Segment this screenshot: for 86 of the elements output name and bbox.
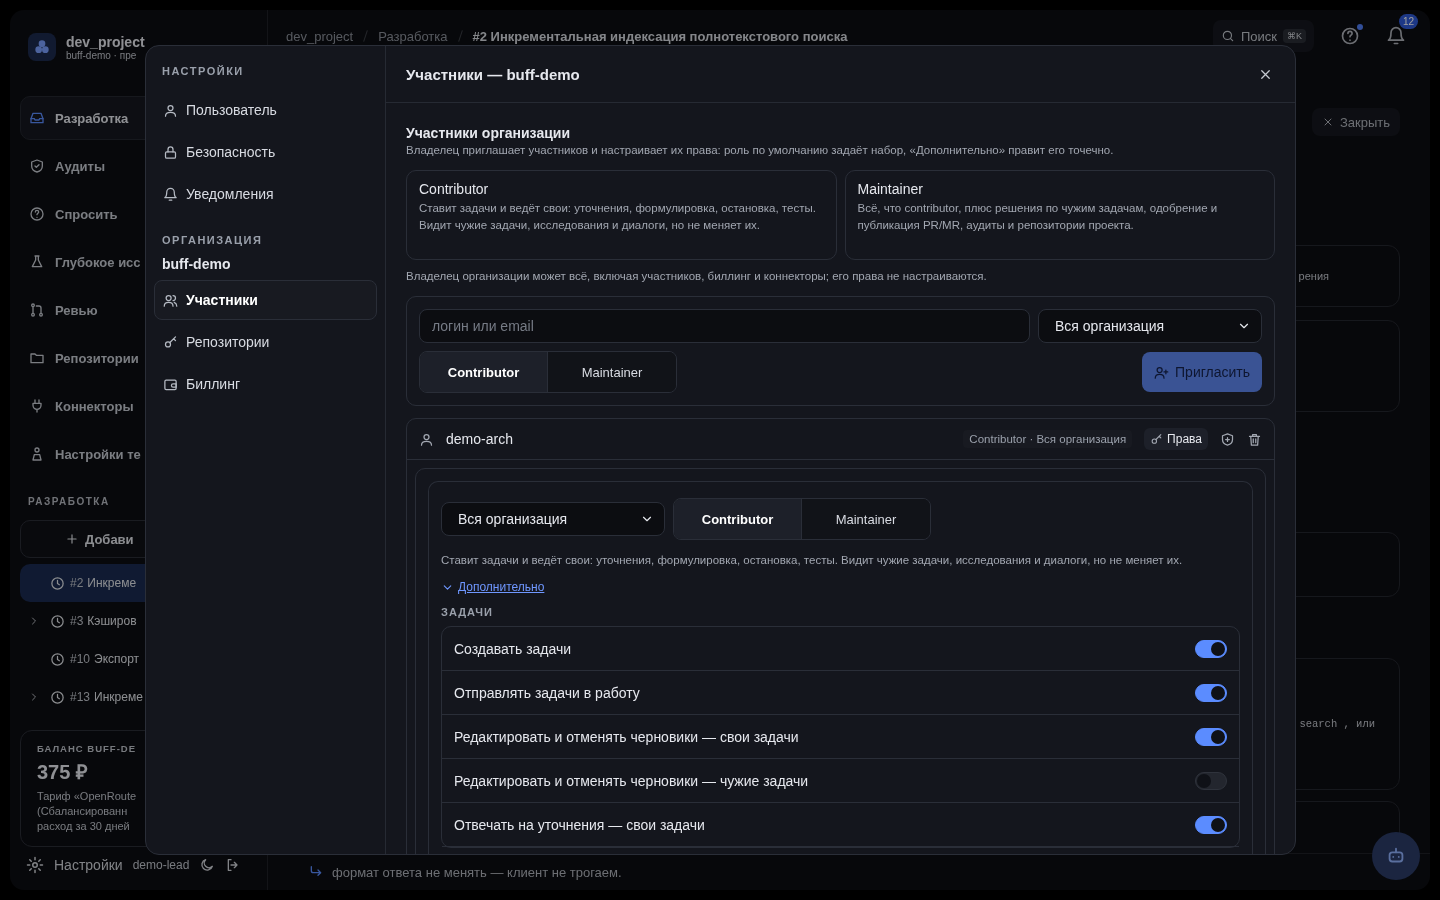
member-role: Contributor · Вся организация xyxy=(963,430,1133,448)
person-icon xyxy=(29,446,45,463)
clock-icon xyxy=(50,651,65,667)
clock-icon xyxy=(50,689,65,705)
notification-badge: 12 xyxy=(1398,14,1418,29)
shield-button[interactable] xyxy=(1220,431,1235,447)
settings-nav-item[interactable]: Репозитории xyxy=(154,322,377,362)
balance-text: расход за 30 дней xyxy=(37,819,131,835)
bell-icon[interactable] xyxy=(1386,26,1406,46)
balance-text: (Сбалансированн xyxy=(37,804,129,820)
moon-icon[interactable] xyxy=(199,856,216,873)
code-text: search , или xyxy=(1299,718,1375,730)
toggle-switch[interactable] xyxy=(1195,771,1227,790)
member-login: demo-arch xyxy=(446,431,514,447)
key-icon xyxy=(1150,432,1164,446)
nav-item[interactable]: Настройки те xyxy=(20,432,257,477)
question-icon xyxy=(29,206,45,223)
scope-select[interactable]: Вся организация xyxy=(1038,309,1262,343)
organization-name: buff-demo xyxy=(161,255,232,274)
scope-select[interactable]: Вся организация xyxy=(441,502,665,536)
role-name: Contributor xyxy=(419,180,490,198)
role-tab[interactable]: Contributor xyxy=(420,352,548,392)
wallet-icon xyxy=(163,376,178,392)
lock-icon xyxy=(163,144,178,160)
section-title: РАЗРАБОТКА xyxy=(27,496,111,510)
breadcrumb-item: #2 Инкрементальная индексация полнотекстового поиска xyxy=(472,28,848,44)
role-tab[interactable]: Maintainer xyxy=(548,352,676,392)
users-icon xyxy=(163,292,178,308)
toggle-switch[interactable] xyxy=(1195,815,1227,834)
card-text: рения xyxy=(1298,270,1329,282)
task-item[interactable]: #3 Кэширов xyxy=(20,602,257,641)
permission-label: Отправлять задачи в работу xyxy=(454,684,640,701)
task-item[interactable]: #13 Инкреме xyxy=(20,678,257,717)
permission-label: Создавать задачи xyxy=(454,640,572,657)
user-plus-icon xyxy=(1154,364,1170,380)
trash-icon xyxy=(1247,431,1262,447)
role-name: Maintainer xyxy=(857,180,924,198)
balance-title: БАЛАНС BUFF-DE xyxy=(37,743,138,755)
nav-heading: НАСТРОЙКИ xyxy=(161,64,245,79)
toggle-switch[interactable] xyxy=(1195,639,1227,658)
message-text: формат ответа не менять — клиент не трогаем. xyxy=(332,864,622,880)
settings-nav-item[interactable]: Участники xyxy=(154,280,377,320)
permission-label: Редактировать и отменять черновики — свои задачи xyxy=(454,728,799,745)
key-icon xyxy=(163,334,178,350)
nav-heading: ОРГАНИЗАЦИЯ xyxy=(161,233,264,248)
role-tab[interactable]: Maintainer xyxy=(802,499,930,539)
shield-icon xyxy=(29,158,45,175)
toggle-switch[interactable] xyxy=(1195,727,1227,746)
settings-nav-item[interactable]: Уведомления xyxy=(154,174,377,214)
role-description: Ставит задачи и ведёт свои: уточнения, формулировка, остановка, тесты. Видит чужие задачи, исследования и диалоги, но не меняет их. xyxy=(441,553,1184,568)
user-icon xyxy=(163,102,178,118)
role-description: Ставит задачи и ведёт свои: уточнения, формулировка, остановка, тесты. Видит чужие задачи, исследования и диалоги, но не меняет их. xyxy=(419,201,817,233)
group-title: ЗАДАЧИ xyxy=(441,606,494,618)
section-description: Владелец приглашает участников и настраивает их права: роль по умолчанию задаёт набор, «Дополнительно» правит его точечно. xyxy=(406,143,1115,158)
bell-icon xyxy=(163,186,178,202)
task-item[interactable]: #10 Экспорт xyxy=(20,640,257,679)
section-title: Участники организации xyxy=(406,124,571,142)
balance-text: Тариф «OpenRoute xyxy=(37,789,138,805)
user-name: demo-lead xyxy=(132,857,190,872)
permission-label: Отвечать на уточнения — свои задачи xyxy=(454,816,705,833)
dialog-title: Участники — buff-demo xyxy=(406,65,580,83)
help-icon[interactable] xyxy=(1340,26,1360,46)
role-description: Всё, что contributor, плюс решения по чужим задачам, одобрение и публикация PR/MR, аудиты и репозитории проекта. xyxy=(857,201,1219,233)
workspace-subtitle: buff-demo · пре xyxy=(66,49,137,61)
plug-icon xyxy=(29,398,45,415)
close-button[interactable]: Закрыть xyxy=(1311,108,1400,136)
workspace-name: dev_project xyxy=(66,33,145,50)
search-icon xyxy=(1220,29,1235,43)
advanced-link[interactable]: Дополнительно xyxy=(458,580,545,594)
clock-icon xyxy=(50,613,65,629)
delete-button[interactable] xyxy=(1247,431,1262,447)
owner-note: Владелец организации может всё, включая участников, биллинг и коннекторы; его права не настраиваются. xyxy=(406,269,988,284)
plus-icon xyxy=(65,532,79,547)
shield-plus-icon xyxy=(1220,431,1235,447)
workspace-logo xyxy=(28,33,56,62)
role-tab[interactable]: Contributor xyxy=(674,499,802,539)
toggle-switch[interactable] xyxy=(1195,683,1227,702)
settings-nav-item[interactable]: Биллинг xyxy=(154,364,377,404)
clock-icon xyxy=(50,575,65,591)
user-icon xyxy=(419,431,434,447)
settings-link[interactable]: Настройки xyxy=(54,856,123,873)
branch-icon xyxy=(29,302,45,319)
permission-label: Редактировать и отменять черновики — чужие задачи xyxy=(454,772,809,789)
balance-amount: 375 ₽ xyxy=(37,760,89,786)
rights-button[interactable]: Права xyxy=(1144,428,1208,450)
login-field[interactable]: логин или email xyxy=(419,309,1030,343)
